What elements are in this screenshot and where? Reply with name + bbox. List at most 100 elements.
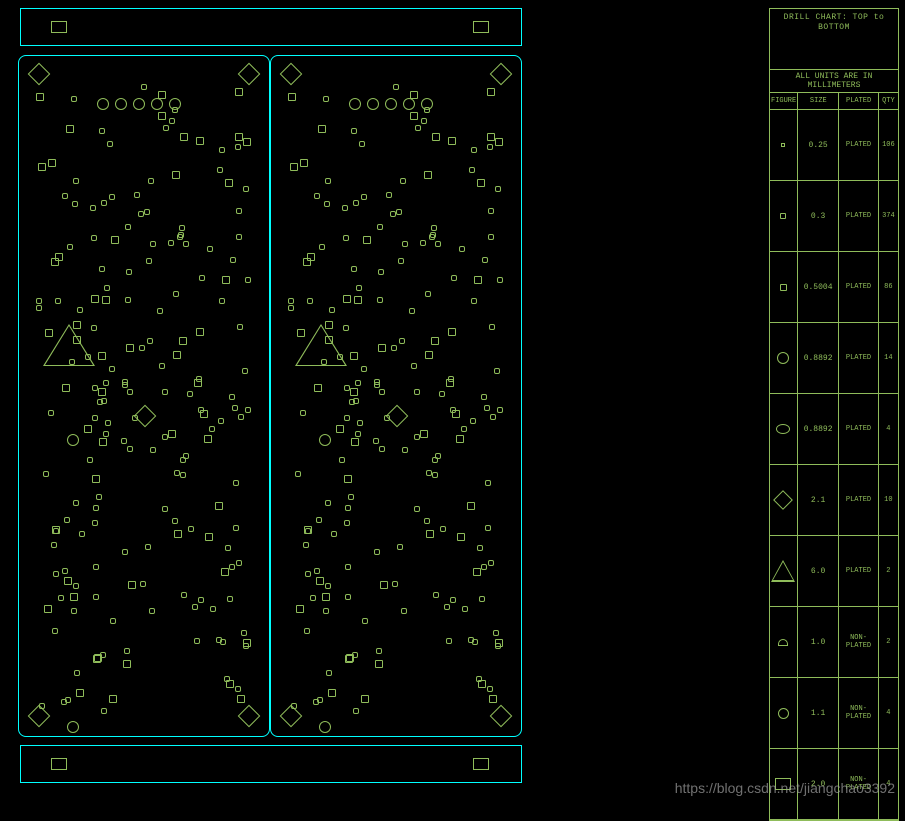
drill-via-icon xyxy=(487,144,493,150)
drill-via-icon xyxy=(215,502,223,510)
drill-via-icon xyxy=(414,389,420,395)
drill-via-icon xyxy=(490,414,496,420)
drill-via-icon xyxy=(487,133,495,141)
drill-via-icon xyxy=(362,618,368,624)
drill-via-icon xyxy=(194,638,200,644)
drill-via-icon xyxy=(67,244,73,250)
drill-via-icon xyxy=(179,225,185,231)
drill-via-icon xyxy=(149,608,155,614)
drill-via-icon xyxy=(323,608,329,614)
plated-cell: PLATED xyxy=(839,252,878,322)
drill-via-icon xyxy=(96,494,102,500)
drill-via-icon xyxy=(386,192,392,198)
chart-row: 0.25PLATED106 xyxy=(770,110,898,181)
drill-via-icon xyxy=(101,200,107,206)
drill-via-icon xyxy=(109,194,115,200)
drill-via-icon xyxy=(307,298,313,304)
size-cell: 0.5004 xyxy=(798,252,839,322)
drill-via-icon xyxy=(435,241,441,247)
drill-via-icon xyxy=(471,147,477,153)
drill-via-icon xyxy=(53,528,59,534)
drill-circle-icon xyxy=(367,98,379,110)
chart-row: 2.1PLATED10 xyxy=(770,465,898,536)
drill-via-icon xyxy=(288,305,294,311)
figure-cell xyxy=(770,465,798,535)
drill-via-icon xyxy=(410,112,418,120)
drill-via-icon xyxy=(235,88,243,96)
drill-via-icon xyxy=(48,159,56,167)
drill-via-icon xyxy=(414,506,420,512)
figure-cell xyxy=(770,607,798,677)
drill-via-icon xyxy=(235,686,241,692)
drill-via-icon xyxy=(350,388,358,396)
drill-via-icon xyxy=(101,708,107,714)
drill-via-icon xyxy=(421,118,427,124)
drill-via-icon xyxy=(399,338,405,344)
drill-circle-icon xyxy=(385,98,397,110)
drill-via-icon xyxy=(236,208,242,214)
circ-icon xyxy=(777,352,789,364)
plated-cell: NON-PLATED xyxy=(839,607,878,677)
drill-via-icon xyxy=(173,351,181,359)
drill-via-icon xyxy=(353,200,359,206)
diamond-icon xyxy=(280,63,303,86)
drill-via-icon xyxy=(488,234,494,240)
drill-via-icon xyxy=(245,277,251,283)
qty-cell: 14 xyxy=(879,323,898,393)
drill-via-icon xyxy=(378,344,386,352)
drill-via-icon xyxy=(84,425,92,433)
drill-via-icon xyxy=(353,708,359,714)
drill-via-icon xyxy=(291,703,297,709)
drill-via-icon xyxy=(303,542,309,548)
drill-via-icon xyxy=(295,471,301,477)
drill-via-icon xyxy=(495,138,503,146)
drill-via-icon xyxy=(238,414,244,420)
drill-via-icon xyxy=(219,147,225,153)
chart-row: 0.5004PLATED86 xyxy=(770,252,898,323)
drill-via-icon xyxy=(461,426,467,432)
drill-via-icon xyxy=(243,186,249,192)
drill-via-icon xyxy=(378,269,384,275)
drill-via-icon xyxy=(495,643,501,649)
drill-via-icon xyxy=(147,338,153,344)
top-rail xyxy=(20,8,522,46)
drill-via-icon xyxy=(139,345,145,351)
drill-via-icon xyxy=(488,560,494,566)
drill-via-icon xyxy=(497,407,503,413)
drill-via-icon xyxy=(317,697,323,703)
drill-via-icon xyxy=(174,470,180,476)
drill-via-icon xyxy=(44,605,52,613)
drill-via-icon xyxy=(343,235,349,241)
drill-via-icon xyxy=(65,697,71,703)
drill-via-icon xyxy=(325,336,333,344)
drill-circle-icon xyxy=(319,434,331,446)
qty-cell: 86 xyxy=(879,252,898,322)
drill-via-icon xyxy=(396,209,402,215)
drill-via-icon xyxy=(216,637,222,643)
drill-via-icon xyxy=(493,630,499,636)
plated-cell: PLATED xyxy=(839,465,878,535)
drill-via-icon xyxy=(92,415,98,421)
drill-via-icon xyxy=(98,388,106,396)
drill-via-icon xyxy=(233,480,239,486)
drill-via-icon xyxy=(456,435,464,443)
drill-via-icon xyxy=(325,583,331,589)
drill-via-icon xyxy=(357,420,363,426)
drill-via-icon xyxy=(393,84,399,90)
drill-via-icon xyxy=(180,133,188,141)
drill-via-icon xyxy=(105,420,111,426)
drill-via-icon xyxy=(363,236,371,244)
diamond-icon xyxy=(238,705,261,728)
drill-via-icon xyxy=(144,209,150,215)
col-plated: PLATED xyxy=(839,93,878,109)
drill-via-icon xyxy=(187,391,193,397)
half-icon xyxy=(778,639,788,646)
drill-via-icon xyxy=(469,167,475,173)
drill-via-icon xyxy=(38,163,46,171)
drill-via-icon xyxy=(373,438,379,444)
size-cell: 1.1 xyxy=(798,678,839,748)
drill-via-icon xyxy=(462,606,468,612)
drill-via-icon xyxy=(127,446,133,452)
drill-via-icon xyxy=(346,654,354,662)
drill-via-icon xyxy=(488,208,494,214)
